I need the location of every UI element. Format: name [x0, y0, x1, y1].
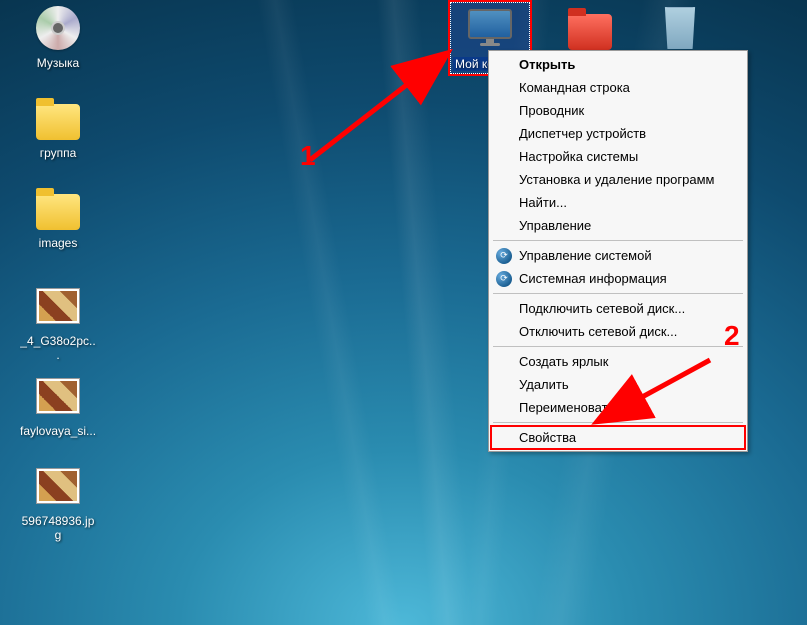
menu-item-label: Командная строка [519, 80, 630, 95]
folder-icon [566, 4, 614, 52]
image-icon [34, 462, 82, 510]
menu-item-label: Удалить [519, 377, 569, 392]
annotation-1: 1 [300, 140, 316, 172]
menu-item[interactable]: ⟳ Системная информация [491, 267, 745, 290]
folder-icon [34, 94, 82, 142]
icon-label: Музыка [37, 56, 79, 70]
menu-item[interactable]: Подключить сетевой диск... [491, 297, 745, 320]
menu-item[interactable]: Открыть [491, 53, 745, 76]
system-icon: ⟳ [496, 271, 512, 287]
menu-item-label: Найти... [519, 195, 567, 210]
menu-item[interactable]: Установка и удаление программ [491, 168, 745, 191]
menu-separator [493, 346, 743, 347]
icon-label: faylovaya_si... [20, 424, 96, 438]
menu-separator [493, 422, 743, 423]
menu-item-label: Управление системой [519, 248, 652, 263]
menu-item[interactable]: Отключить сетевой диск... [491, 320, 745, 343]
computer-icon [466, 5, 514, 53]
menu-item[interactable]: Переименовать [491, 396, 745, 419]
desktop-icon-img1[interactable]: _4_G38o2pc... [18, 280, 98, 365]
desktop-icon-img2[interactable]: faylovaya_si... [18, 370, 98, 440]
menu-item[interactable]: Диспетчер устройств [491, 122, 745, 145]
menu-item[interactable]: Создать ярлык [491, 350, 745, 373]
menu-item-label: Настройка системы [519, 149, 638, 164]
menu-item-label: Переименовать [519, 400, 614, 415]
image-icon [34, 372, 82, 420]
menu-item-label: Диспетчер устройств [519, 126, 646, 141]
menu-item[interactable]: Настройка системы [491, 145, 745, 168]
menu-item-label: Свойства [519, 430, 576, 445]
menu-item-label: Создать ярлык [519, 354, 608, 369]
menu-item-label: Отключить сетевой диск... [519, 324, 677, 339]
menu-item[interactable]: Найти... [491, 191, 745, 214]
system-icon: ⟳ [496, 248, 512, 264]
menu-item-label: Открыть [519, 57, 575, 72]
recycle-bin-icon [656, 4, 704, 52]
desktop-icon-images[interactable]: images [18, 182, 98, 252]
menu-item-label: Установка и удаление программ [519, 172, 715, 187]
context-menu: Открыть Командная строка Проводник Диспетче… [488, 50, 748, 452]
icon-label: группа [40, 146, 77, 160]
image-icon [34, 282, 82, 330]
desktop-icon-img3[interactable]: 596748936.jpg [18, 460, 98, 545]
desktop-icon-group[interactable]: группа [18, 92, 98, 162]
menu-item-label: Управление [519, 218, 591, 233]
menu-separator [493, 293, 743, 294]
folder-icon [34, 184, 82, 232]
menu-item[interactable]: ⟳ Управление системой [491, 244, 745, 267]
desktop-icon-music[interactable]: Музыка [18, 2, 98, 72]
menu-separator [493, 240, 743, 241]
cd-icon [34, 4, 82, 52]
menu-item-label: Подключить сетевой диск... [519, 301, 685, 316]
icon-label: 596748936.jpg [19, 514, 97, 543]
icon-label: _4_G38o2pc... [19, 334, 97, 363]
menu-item-label: Проводник [519, 103, 584, 118]
menu-item[interactable]: Удалить [491, 373, 745, 396]
menu-item[interactable]: Управление [491, 214, 745, 237]
menu-item[interactable]: Командная строка [491, 76, 745, 99]
icon-label: images [39, 236, 78, 250]
menu-item[interactable]: Свойства [491, 426, 745, 449]
menu-item-label: Системная информация [519, 271, 667, 286]
menu-item[interactable]: Проводник [491, 99, 745, 122]
